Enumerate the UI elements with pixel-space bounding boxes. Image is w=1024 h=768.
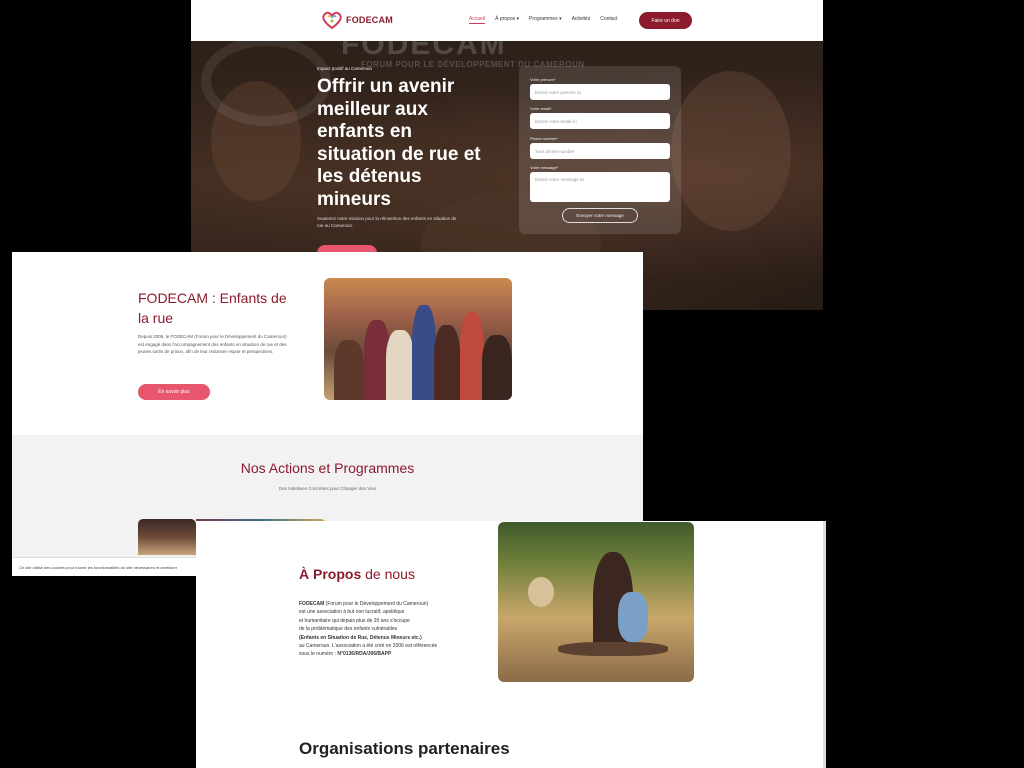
mother-child-photo [498,522,694,682]
cookie-text: Ce site utilise des cookies pour fournir… [19,564,178,570]
top-navigation: FODECAM Accueil À propos ▾ Programmes ▾ … [191,0,823,41]
apropos-line: et humanitaire qui depuis plus de 20 ans… [299,617,410,624]
apropos-title-rest: de nous [361,566,415,582]
nav-links: Accueil À propos ▾ Programmes ▾ Activité… [469,16,617,24]
chevron-down-icon: ▾ [516,16,520,22]
nav-link-programmes[interactable]: Programmes ▾ [529,16,562,24]
phone-label: Phone number* [530,136,558,141]
apropos-line: (Forum pour le Développement du Cameroun… [324,601,429,607]
actions-subtitle: Des Initiatives Concrètes pour Changer d… [279,486,376,491]
message-label: Votre message* [530,165,559,170]
hero-kicker: Impact positif au Cameroun [317,66,373,71]
scrollbar[interactable] [823,521,826,768]
apropos-line: sous le numéro : [299,651,338,658]
site-logo[interactable]: FODECAM [322,10,393,30]
apropos-line: (Enfants en Situation de Rue, Détenus Mi… [299,634,422,641]
email-input[interactable]: Entrez votre email ici [530,113,670,129]
apropos-title: À Propos de nous [299,566,415,582]
phone-input[interactable]: Your phone number [530,143,670,159]
enfants-text: Depuis 2006, le FODECAM (Forum pour le D… [138,334,287,354]
hero-description: Soutenez notre mission pour la réinserti… [317,216,457,228]
nav-link-label: À propos [495,16,516,22]
program-card-image[interactable] [138,519,196,555]
chevron-down-icon: ▾ [559,16,562,22]
apropos-line: de la problématique des enfants vulnérab… [299,626,398,633]
enfants-title: FODECAM : Enfants de la rue [138,290,287,326]
heart-logo-icon [322,11,342,29]
apropos-line: au Cameroun. L'association a été créé en… [299,643,438,650]
message-textarea[interactable]: Entrez votre message ici [530,172,670,202]
contact-form: Votre prénom* Entrez votre prénom ici Vo… [519,66,681,234]
nav-link-accueil[interactable]: Accueil [469,16,486,24]
first-name-label: Votre prénom* [530,77,556,82]
nav-link-a-propos[interactable]: À propos ▾ [495,16,519,24]
watermark-logo-shape [201,36,331,126]
nav-link-label: Programmes [529,16,558,22]
children-group-photo [324,278,512,400]
learn-more-button[interactable]: En savoir plus [138,384,210,400]
first-name-input[interactable]: Entrez votre prénom ici [530,84,670,100]
logo-text: FODECAM [346,15,393,25]
apropos-org: FODECAM [299,601,325,607]
nav-link-contact[interactable]: Contact [600,16,617,24]
apropos-screenshot: À Propos de nous FODECAM (Forum pour le … [196,521,826,768]
apropos-text: FODECAM (Forum pour le Développement du … [299,600,469,659]
actions-title: Nos Actions et Programmes [240,460,415,476]
donate-button[interactable]: Faire un don [639,12,692,29]
nav-link-activites[interactable]: Activités [572,16,591,24]
registration-number: N°0136/RDA/J06/BAPP [337,651,392,658]
hero-title: Offrir un avenir meilleur aux enfants en… [317,76,481,210]
apropos-title-strong: À Propos [299,566,362,582]
email-label: Votre email* [530,106,552,111]
apropos-line: est une association à but non lucratif, … [299,609,405,616]
submit-message-button[interactable]: Envoyer votre message [562,208,638,223]
partners-title: Organisations partenaires [299,739,510,758]
